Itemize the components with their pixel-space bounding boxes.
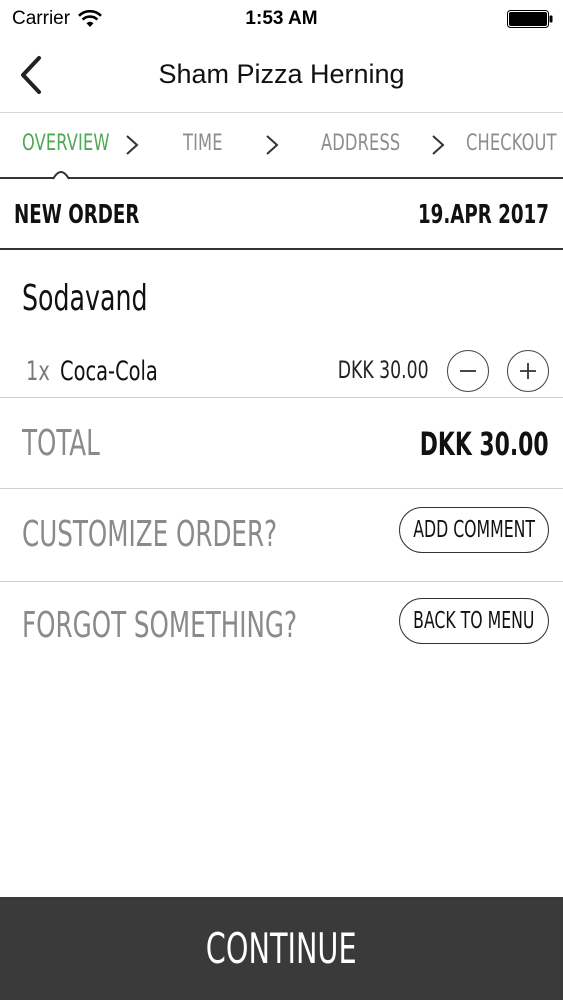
list-item: 1x Coca-Cola DKK 30.00 xyxy=(0,340,563,398)
battery-icon xyxy=(507,10,553,28)
forgot-row: FORGOT SOMETHING? BACK TO MENU xyxy=(0,581,563,673)
minus-icon xyxy=(460,370,476,372)
step-checkout[interactable]: CHECKOUT xyxy=(466,131,557,156)
add-comment-label: ADD COMMENT xyxy=(413,517,535,543)
increase-quantity-button[interactable] xyxy=(507,350,549,392)
plus-icon xyxy=(520,363,536,379)
decrease-quantity-button[interactable] xyxy=(447,350,489,392)
status-time: 1:53 AM xyxy=(245,8,318,29)
active-step-indicator xyxy=(53,171,69,180)
customize-row: CUSTOMIZE ORDER? ADD COMMENT xyxy=(0,490,563,582)
forgot-label: FORGOT SOMETHING? xyxy=(22,605,298,646)
step-time[interactable]: TIME xyxy=(183,131,223,156)
continue-button[interactable]: CONTINUE xyxy=(0,897,563,1000)
total-value: DKK 30.00 xyxy=(420,425,549,463)
status-bar: Carrier 1:53 AM xyxy=(0,0,563,40)
item-price: DKK 30.00 xyxy=(338,356,429,384)
total-label: TOTAL xyxy=(22,423,100,464)
item-quantity: 1x xyxy=(26,356,50,387)
order-label: NEW ORDER xyxy=(14,200,140,230)
page-title: Sham Pizza Herning xyxy=(158,59,405,89)
continue-label: CONTINUE xyxy=(206,924,357,973)
add-comment-button[interactable]: ADD COMMENT xyxy=(399,507,549,553)
total-row: TOTAL DKK 30.00 xyxy=(0,399,563,489)
order-header: NEW ORDER 19.APR 2017 xyxy=(0,180,563,250)
category-title: Sodavand xyxy=(22,278,148,319)
step-overview[interactable]: OVERVIEW xyxy=(22,131,110,156)
back-to-menu-button[interactable]: BACK TO MENU xyxy=(399,598,549,644)
back-to-menu-label: BACK TO MENU xyxy=(413,608,535,634)
chevron-right-icon xyxy=(126,135,139,155)
chevron-right-icon xyxy=(266,135,279,155)
order-date: 19.APR 2017 xyxy=(418,200,549,230)
item-name: Coca-Cola xyxy=(60,356,158,387)
checkout-steps: OVERVIEW TIME ADDRESS CHECKOUT xyxy=(0,113,563,179)
chevron-right-icon xyxy=(432,135,445,155)
nav-bar: Sham Pizza Herning xyxy=(0,40,563,113)
customize-label: CUSTOMIZE ORDER? xyxy=(22,514,278,555)
step-address[interactable]: ADDRESS xyxy=(321,131,400,156)
